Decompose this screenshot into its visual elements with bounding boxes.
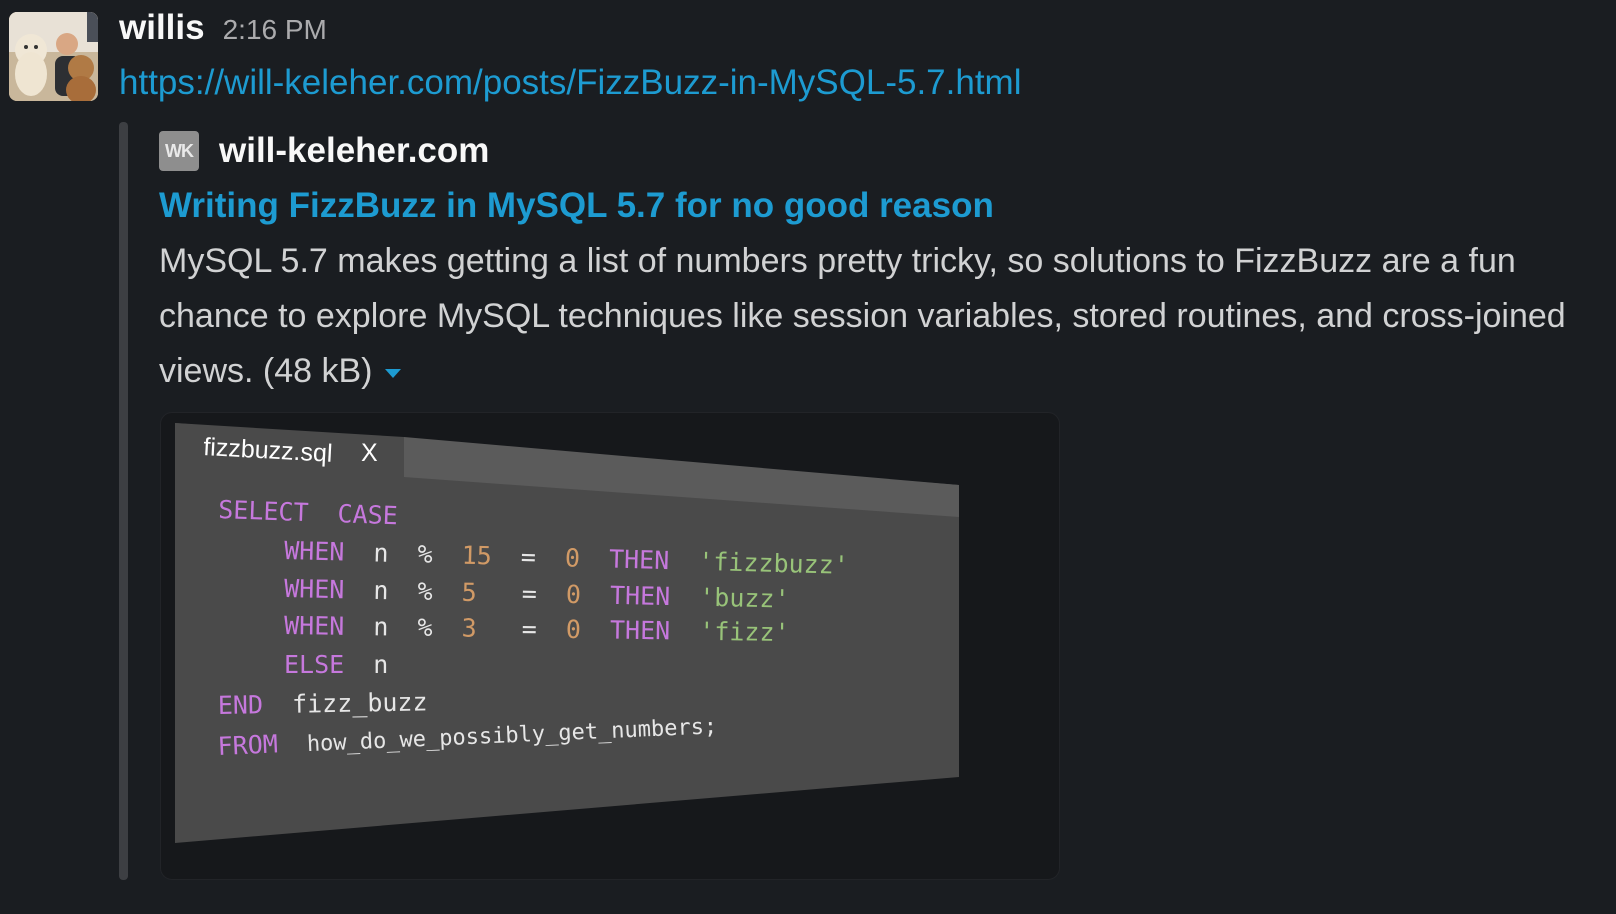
op-mod: % <box>417 577 433 606</box>
file-size: (48 kB) <box>262 352 373 390</box>
kw-then: THEN <box>610 616 671 646</box>
avatar[interactable] <box>9 12 98 101</box>
kw-else: ELSE <box>284 650 344 679</box>
op-mod: % <box>417 540 433 569</box>
num-5: 5 <box>461 578 477 607</box>
tab-close-icon: X <box>361 439 378 467</box>
op-eq: = <box>522 614 537 643</box>
op-mod: % <box>417 613 432 642</box>
str-buzz: 'buzz' <box>699 583 790 614</box>
avatar-photo <box>9 12 98 101</box>
str-fizz: 'fizz' <box>699 617 790 647</box>
code-n: n <box>373 650 388 679</box>
article-description: MySQL 5.7 makes getting a list of number… <box>159 234 1579 399</box>
svg-text:END fizz_buzz: END fizz_buzz <box>218 687 428 720</box>
code-editor-illustration: fizzbuzz.sql X SELECT CASE WHEN n % 15 =… <box>175 423 959 843</box>
kw-case: CASE <box>337 499 398 530</box>
username[interactable]: willis <box>119 8 205 48</box>
timestamp[interactable]: 2:16 PM <box>223 14 327 46</box>
num-15: 15 <box>461 541 492 571</box>
kw-then: THEN <box>610 581 671 611</box>
code-n: n <box>373 576 389 605</box>
site-favicon-icon: WK <box>159 131 199 171</box>
op-eq: = <box>520 542 536 571</box>
kw-from: FROM <box>217 729 278 761</box>
kw-select: SELECT <box>218 495 309 527</box>
num-zero: 0 <box>565 543 581 572</box>
kw-end: END <box>218 690 264 720</box>
site-name: will-keleher.com <box>219 131 490 170</box>
kw-when: WHEN <box>284 611 345 641</box>
site-row: WK will-keleher.com <box>159 122 1599 180</box>
message-header: willis 2:16 PM <box>119 8 327 48</box>
message-link[interactable]: https://will-keleher.com/posts/FizzBuzz-… <box>119 63 1021 103</box>
preview-image[interactable]: fizzbuzz.sql X SELECT CASE WHEN n % 15 =… <box>160 412 1060 880</box>
link-unfurl: WK will-keleher.com Writing FizzBuzz in … <box>159 122 1599 399</box>
kw-when: WHEN <box>284 574 345 604</box>
attachment-bar <box>119 122 128 880</box>
str-fizzbuzz: 'fizzbuzz' <box>698 547 849 580</box>
code-alias: fizz_buzz <box>292 687 428 718</box>
op-eq: = <box>521 579 537 608</box>
num-3: 3 <box>461 613 476 642</box>
svg-text:ELSE n: ELSE n <box>284 650 388 679</box>
code-n: n <box>373 612 388 641</box>
code-n: n <box>373 538 389 567</box>
kw-then: THEN <box>609 545 670 576</box>
article-title-link[interactable]: Writing FizzBuzz in MySQL 5.7 for no goo… <box>159 186 1599 226</box>
collapse-caret-icon[interactable] <box>384 368 401 378</box>
kw-when: WHEN <box>284 536 345 567</box>
num-zero: 0 <box>566 615 581 644</box>
num-zero: 0 <box>566 580 582 609</box>
